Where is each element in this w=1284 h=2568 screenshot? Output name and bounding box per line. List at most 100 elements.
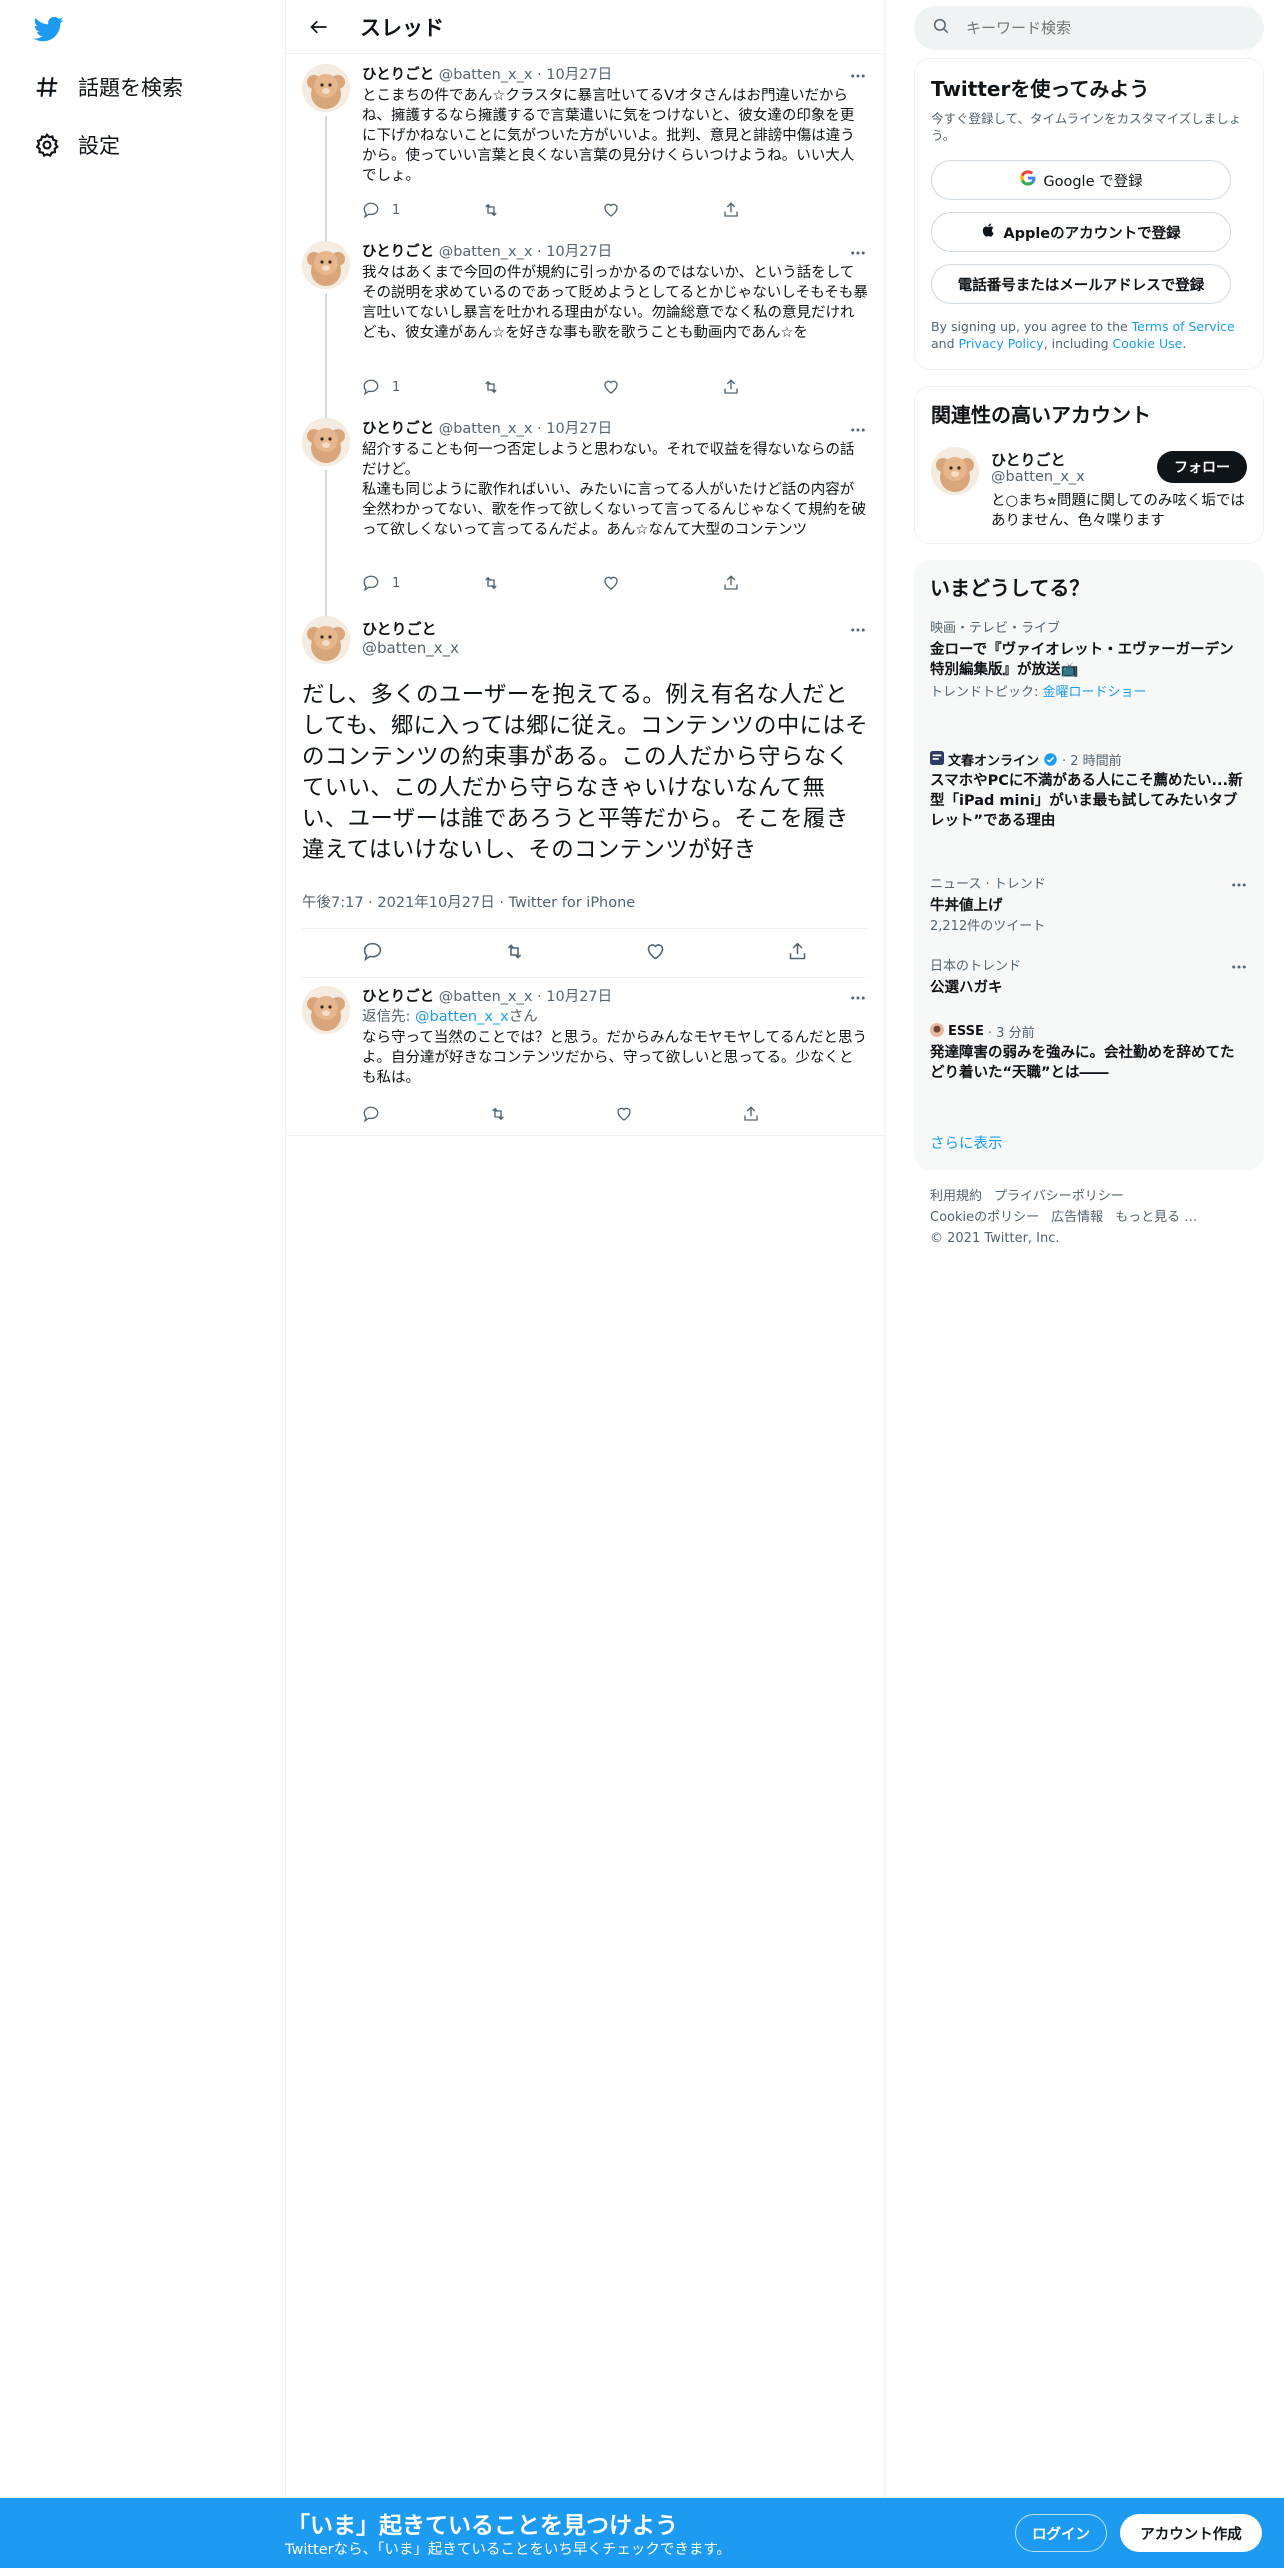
meta-separator: · bbox=[537, 989, 542, 1005]
footer-privacy-link[interactable]: プライバシーポリシー bbox=[994, 1189, 1124, 1204]
like-button[interactable] bbox=[602, 201, 662, 219]
reply-button[interactable]: 1 bbox=[362, 574, 422, 592]
retweet-button[interactable] bbox=[482, 574, 542, 592]
more-icon[interactable] bbox=[848, 243, 868, 263]
news-item[interactable]: 文春オンライン · 2 時間前 スマホやPCに不満がある人にこそ薦めたい...新… bbox=[930, 750, 1248, 831]
more-icon[interactable] bbox=[848, 620, 868, 640]
hashtag-icon bbox=[30, 70, 64, 104]
author-name[interactable]: ひとりごと bbox=[362, 244, 434, 260]
login-button[interactable]: ログイン bbox=[1015, 2514, 1107, 2552]
avatar[interactable] bbox=[302, 616, 350, 664]
trend-item[interactable]: ニュース · トレンド 牛丼値上げ 2,212件のツイート bbox=[930, 876, 1248, 936]
search-input[interactable] bbox=[966, 19, 1236, 37]
related-user-name[interactable]: ひとりごと bbox=[991, 449, 1066, 470]
tweet-date[interactable]: 10月27日 bbox=[546, 989, 612, 1005]
author-handle[interactable]: @batten_x_x bbox=[439, 989, 533, 1005]
replying-to-link[interactable]: @batten_x_x bbox=[415, 1009, 509, 1025]
like-button[interactable] bbox=[602, 574, 662, 592]
author-handle[interactable]: @batten_x_x bbox=[439, 244, 533, 260]
nav-explore[interactable]: 話題を検索 bbox=[30, 62, 183, 112]
share-button[interactable] bbox=[722, 201, 782, 219]
reply-icon bbox=[363, 1106, 379, 1123]
terms-text: . bbox=[1182, 336, 1187, 351]
tweet-date[interactable]: 10月27日 bbox=[546, 421, 612, 437]
related-user-handle[interactable]: @batten_x_x bbox=[991, 469, 1085, 485]
reply-button[interactable]: 1 bbox=[362, 201, 422, 219]
reply-button[interactable] bbox=[362, 1105, 422, 1123]
reply-tweet[interactable]: ひとりごと @batten_x_x · 10月27日 返信先: @batten_… bbox=[286, 976, 884, 1136]
show-more-link[interactable]: さらに表示 bbox=[930, 1132, 1003, 1153]
more-icon[interactable] bbox=[848, 420, 868, 440]
reply-button[interactable] bbox=[362, 941, 383, 966]
meta-separator: · bbox=[368, 895, 373, 911]
author-name[interactable]: ひとりごと bbox=[362, 989, 434, 1005]
retweet-icon bbox=[485, 576, 497, 590]
author-name[interactable]: ひとりごと bbox=[362, 618, 459, 639]
share-icon bbox=[724, 379, 738, 394]
replying-to-label: 返信先: bbox=[362, 1009, 415, 1025]
avatar[interactable] bbox=[931, 447, 979, 495]
retweet-button[interactable] bbox=[482, 201, 542, 219]
tweet-source[interactable]: Twitter for iPhone bbox=[509, 895, 636, 911]
retweet-button[interactable] bbox=[489, 1105, 549, 1123]
footer-terms-link[interactable]: 利用規約 bbox=[930, 1189, 982, 1204]
avatar[interactable] bbox=[302, 64, 350, 112]
trend-topic-link[interactable]: 金曜ロードショー bbox=[1043, 685, 1147, 700]
twitter-logo-icon[interactable] bbox=[32, 14, 66, 44]
retweet-button[interactable] bbox=[482, 378, 542, 396]
terms-text: and bbox=[931, 336, 959, 351]
retweet-icon bbox=[491, 1107, 504, 1121]
share-button[interactable] bbox=[787, 941, 808, 966]
retweet-button[interactable] bbox=[504, 941, 525, 966]
apple-signup-button[interactable]: Appleのアカウントで登録 bbox=[931, 212, 1231, 252]
author-handle[interactable]: @batten_x_x bbox=[439, 67, 533, 83]
avatar[interactable] bbox=[302, 986, 350, 1034]
author-handle[interactable]: @batten_x_x bbox=[439, 421, 533, 437]
footer-more-link[interactable]: もっと見る … bbox=[1115, 1210, 1197, 1225]
bottom-signup-banner: 「いま」起きていることを見つけよう Twitterなら、「いま」起きていることを… bbox=[0, 2498, 1284, 2568]
terms-text: By signing up, you agree to the bbox=[931, 319, 1132, 334]
avatar[interactable] bbox=[302, 241, 350, 289]
avatar[interactable] bbox=[302, 418, 350, 466]
privacy-link[interactable]: Privacy Policy bbox=[959, 336, 1044, 351]
news-item[interactable]: ESSE · 3 分前 発達障害の弱みを強みに。会社勤めを辞めてたどり着いた“天… bbox=[930, 1022, 1248, 1083]
meta-separator: · bbox=[499, 895, 504, 911]
thread-tweet[interactable]: ひとりごと @batten_x_x · 10月27日 紹介することも何一つ否定し… bbox=[286, 408, 884, 604]
author-name[interactable]: ひとりごと bbox=[362, 67, 434, 83]
author-name[interactable]: ひとりごと bbox=[362, 421, 434, 437]
like-button[interactable] bbox=[615, 1105, 675, 1123]
tweet-time[interactable]: 午後7:17 bbox=[302, 895, 364, 911]
reply-button[interactable]: 1 bbox=[362, 378, 422, 396]
share-button[interactable] bbox=[742, 1105, 802, 1123]
like-button[interactable] bbox=[602, 378, 662, 396]
thread-tweet[interactable]: ひとりごと @batten_x_x · 10月27日 我々はあくまで今回の件が規… bbox=[286, 231, 884, 408]
tweet-date[interactable]: 2021年10月27日 bbox=[377, 895, 494, 911]
reply-count: 1 bbox=[392, 379, 401, 395]
phone-email-signup-button[interactable]: 電話番号またはメールアドレスで登録 bbox=[931, 264, 1231, 304]
tweet-date[interactable]: 10月27日 bbox=[546, 244, 612, 260]
cookie-link[interactable]: Cookie Use bbox=[1113, 336, 1183, 351]
apple-signup-label: Appleのアカウントで登録 bbox=[1003, 225, 1181, 242]
google-signup-button[interactable]: Google で登録 bbox=[931, 160, 1231, 200]
thread-tweet[interactable]: ひとりごと @batten_x_x · 10月27日 とこまちの件であん☆クラス… bbox=[286, 54, 884, 231]
more-icon[interactable] bbox=[1230, 876, 1248, 898]
more-icon[interactable] bbox=[848, 988, 868, 1008]
tweet-date[interactable]: 10月27日 bbox=[546, 67, 612, 83]
create-account-button[interactable]: アカウント作成 bbox=[1120, 2514, 1262, 2552]
footer-cookie-link[interactable]: Cookieのポリシー bbox=[930, 1210, 1039, 1225]
like-button[interactable] bbox=[645, 941, 666, 966]
nav-settings[interactable]: 設定 bbox=[30, 120, 120, 170]
terms-link[interactable]: Terms of Service bbox=[1132, 319, 1235, 334]
back-arrow-icon[interactable] bbox=[302, 10, 336, 44]
author-handle[interactable]: @batten_x_x bbox=[362, 639, 459, 657]
more-icon[interactable] bbox=[1230, 958, 1248, 980]
follow-button[interactable]: フォロー bbox=[1157, 451, 1247, 483]
search-bar[interactable] bbox=[914, 6, 1264, 50]
news-source-avatar-icon bbox=[930, 750, 944, 769]
footer-ads-link[interactable]: 広告情報 bbox=[1051, 1210, 1103, 1225]
share-button[interactable] bbox=[722, 574, 782, 592]
more-icon[interactable] bbox=[848, 66, 868, 86]
trend-item[interactable]: 映画・テレビ・ライブ 金ローで『ヴァイオレット・エヴァーガーデン 特別編集版』が… bbox=[930, 620, 1248, 702]
trend-item[interactable]: 日本のトレンド 公選ハガキ bbox=[930, 958, 1248, 998]
share-button[interactable] bbox=[722, 378, 782, 396]
